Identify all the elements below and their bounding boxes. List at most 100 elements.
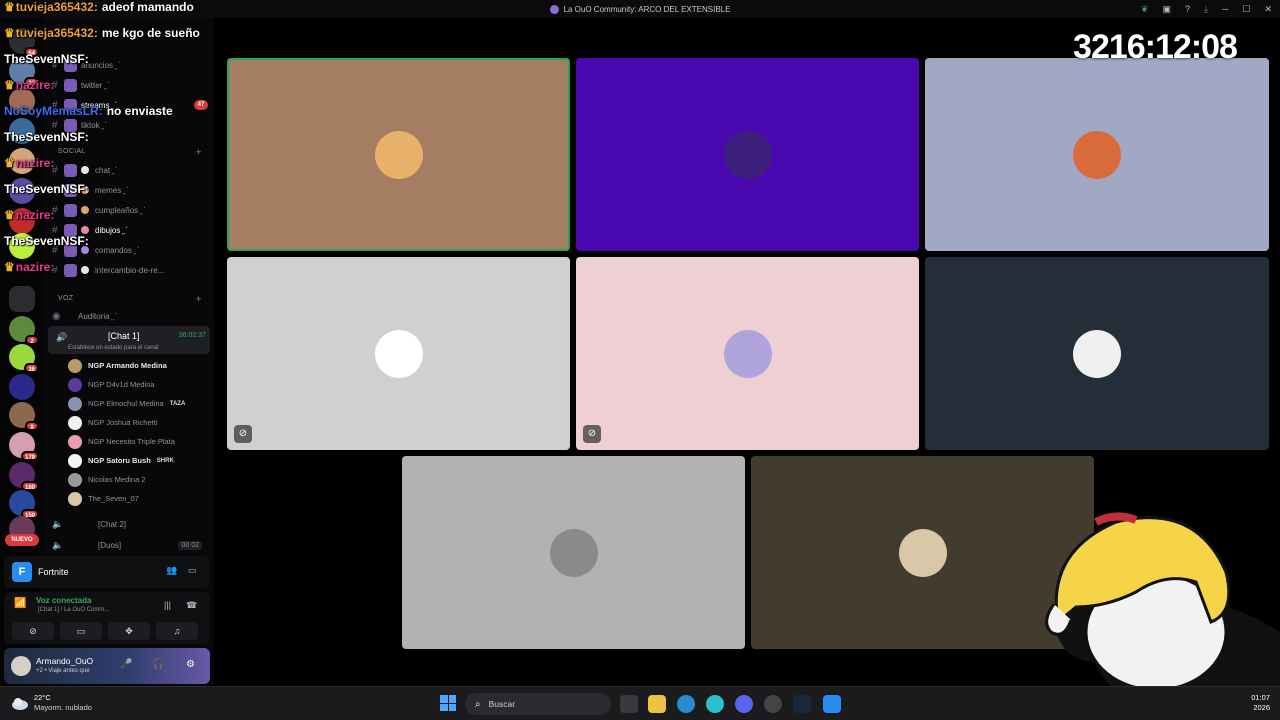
avatar[interactable] (11, 656, 31, 676)
maximize-button[interactable]: ☐ (1242, 4, 1250, 15)
video-tile[interactable]: ⊘ (227, 257, 570, 450)
chat-username: TheSevenNSF: (4, 130, 89, 144)
chat-bubble-icon (81, 266, 89, 274)
member-name: Nicolas Medina 2 (88, 475, 146, 484)
video-tile[interactable] (576, 58, 919, 251)
close-button[interactable]: ✕ (1264, 4, 1272, 15)
new-badge[interactable]: NUEVO (5, 534, 39, 546)
server-icon[interactable]: 9 (9, 402, 39, 431)
channel-dot-icon (81, 206, 89, 214)
file-explorer-icon[interactable] (648, 695, 666, 713)
browser-icon[interactable] (706, 695, 724, 713)
voice-member[interactable]: NGP D4v1d Medina (68, 376, 155, 393)
video-tile[interactable] (227, 58, 570, 251)
member-name: NGP Necesito Triple Plata (88, 437, 175, 446)
video-tile[interactable] (402, 456, 745, 649)
leaf-icon[interactable]: ❦ (1141, 4, 1149, 15)
search-placeholder: Buscar (488, 699, 516, 709)
server-icon[interactable]: 36 (9, 344, 39, 373)
avatar (68, 358, 82, 373)
game-name: Fortnite (38, 567, 69, 577)
user-status: +2 • Viaje antes que (36, 668, 90, 674)
settings-icon[interactable]: ⚙ (186, 659, 195, 670)
headphones-icon[interactable]: 🎧 (152, 659, 164, 670)
voice-member[interactable]: NGP Elmochul Medina TAZA (68, 395, 185, 412)
voice-member[interactable]: Nicolas Medina 2 (68, 471, 146, 488)
hash-icon: # (52, 119, 58, 131)
channel-label: chat ̗ˏˋ (95, 165, 118, 175)
screen-share-button[interactable]: ▭ (60, 622, 102, 640)
obs-icon[interactable] (764, 695, 782, 713)
member-tag: SHRK (156, 457, 174, 464)
video-tile[interactable] (925, 257, 1269, 450)
task-view-icon[interactable] (620, 695, 638, 713)
voice-connection-panel: 📶 Voz conectada [Chat 1] / La OuO Comm..… (4, 592, 210, 644)
voice-member[interactable]: NGP Armando Medina (68, 357, 167, 374)
activities-button[interactable]: ✥ (108, 622, 150, 640)
server-icon[interactable]: 150 (9, 490, 39, 519)
edge-icon[interactable] (677, 695, 695, 713)
chat-username: nazire: (15, 156, 55, 170)
chat-username: TheSevenNSF: (4, 182, 89, 196)
voice-channel-active[interactable]: 🔊 [Chat 1] 36:02:37 Establece un estado … (48, 326, 210, 354)
fortnite-icon[interactable] (823, 695, 841, 713)
clock-time: 01:07 (1251, 693, 1270, 702)
people-icon[interactable]: 👥 (166, 565, 177, 576)
microphone-icon[interactable]: 🎤 (120, 659, 132, 670)
channel-item[interactable]: # chat ̗ˏˋ (52, 161, 208, 179)
avatar (723, 329, 772, 378)
system-clock[interactable]: 01:07 2026 (1251, 693, 1270, 713)
camera-off-button[interactable]: ⊘ (12, 622, 54, 640)
voice-member[interactable]: The_Seven_07 (68, 490, 139, 507)
member-name: NGP Elmochul Medina (88, 399, 164, 408)
chat-message: ♛tuvieja365432: me kgo de sueño (4, 26, 200, 40)
steam-icon[interactable] (793, 695, 811, 713)
crown-icon: ♛ (4, 260, 15, 274)
inbox-icon[interactable]: ▣ (1162, 4, 1171, 15)
category-voice[interactable]: VOZ + (58, 294, 201, 304)
voice-channel[interactable]: 🔈 [Chat 2] (52, 516, 208, 532)
signal-icon[interactable]: 📶 (14, 598, 26, 609)
voice-status-label[interactable]: Voz conectada (36, 596, 91, 605)
video-tile[interactable] (925, 58, 1269, 251)
screen-icon[interactable]: ▭ (188, 565, 197, 576)
server-icon[interactable]: 2 (9, 316, 39, 345)
discord-icon[interactable] (735, 695, 753, 713)
discover-icon[interactable] (9, 286, 35, 312)
server-icon[interactable]: 180 (9, 462, 39, 491)
disconnect-icon[interactable]: ☎ (186, 600, 197, 611)
channel-item[interactable]: # intercambio-de-re... (52, 261, 208, 279)
video-tile[interactable]: ⊘ (576, 257, 919, 450)
activity-panel[interactable]: F Fortnite 👥 ▭ (4, 556, 210, 588)
weather-widget[interactable]: 22°C Mayorm. nublado (10, 693, 92, 713)
add-channel-icon[interactable]: + (196, 294, 202, 304)
channel-item[interactable]: ◉ Auditoria ̗ˏˋ (52, 307, 208, 325)
chat-message: TheSevenNSF: (4, 52, 89, 66)
speaker-icon: 🔈 (52, 518, 64, 529)
username[interactable]: Armando_OuO (36, 656, 93, 666)
voice-status[interactable]: Establece un estado para el canal (68, 345, 158, 351)
channel-item[interactable]: # twitter ̗ˏˋ (52, 76, 208, 94)
channel-item[interactable]: # cumpleaños ̗ˏˋ (52, 201, 208, 219)
minimize-button[interactable]: ─ (1222, 4, 1228, 14)
voice-member[interactable]: NGP Joshua Richetti (68, 414, 157, 431)
voice-channel[interactable]: 🔈 [Duos] 00 02 (52, 537, 208, 553)
voice-member[interactable]: NGP Satoru Bush SHRK (68, 452, 174, 469)
start-button[interactable] (440, 695, 456, 711)
crown-icon: ♛ (4, 78, 15, 92)
server-icon[interactable] (9, 374, 35, 400)
soundboard-button[interactable]: ♫ (156, 622, 198, 640)
help-icon[interactable]: ? (1185, 4, 1190, 14)
download-icon[interactable]: ⤓ (1204, 4, 1208, 15)
server-icon[interactable]: 179 (9, 432, 39, 461)
channel-emoji (64, 263, 77, 277)
add-channel-icon[interactable]: + (196, 147, 202, 157)
weather-desc: Mayorm. nublado (34, 703, 92, 712)
voice-member[interactable]: NGP Necesito Triple Plata (68, 433, 175, 450)
noise-icon[interactable]: ||| (164, 600, 171, 610)
chat-text: no enviaste (106, 104, 173, 118)
user-panel: Armando_OuO +2 • Viaje antes que 🎤 🎧 ⚙ (4, 648, 210, 684)
category-social[interactable]: SOCIAL + (58, 147, 201, 157)
search-box[interactable]: ⌕ Buscar (465, 693, 611, 715)
crown-icon: ♛ (4, 156, 15, 170)
